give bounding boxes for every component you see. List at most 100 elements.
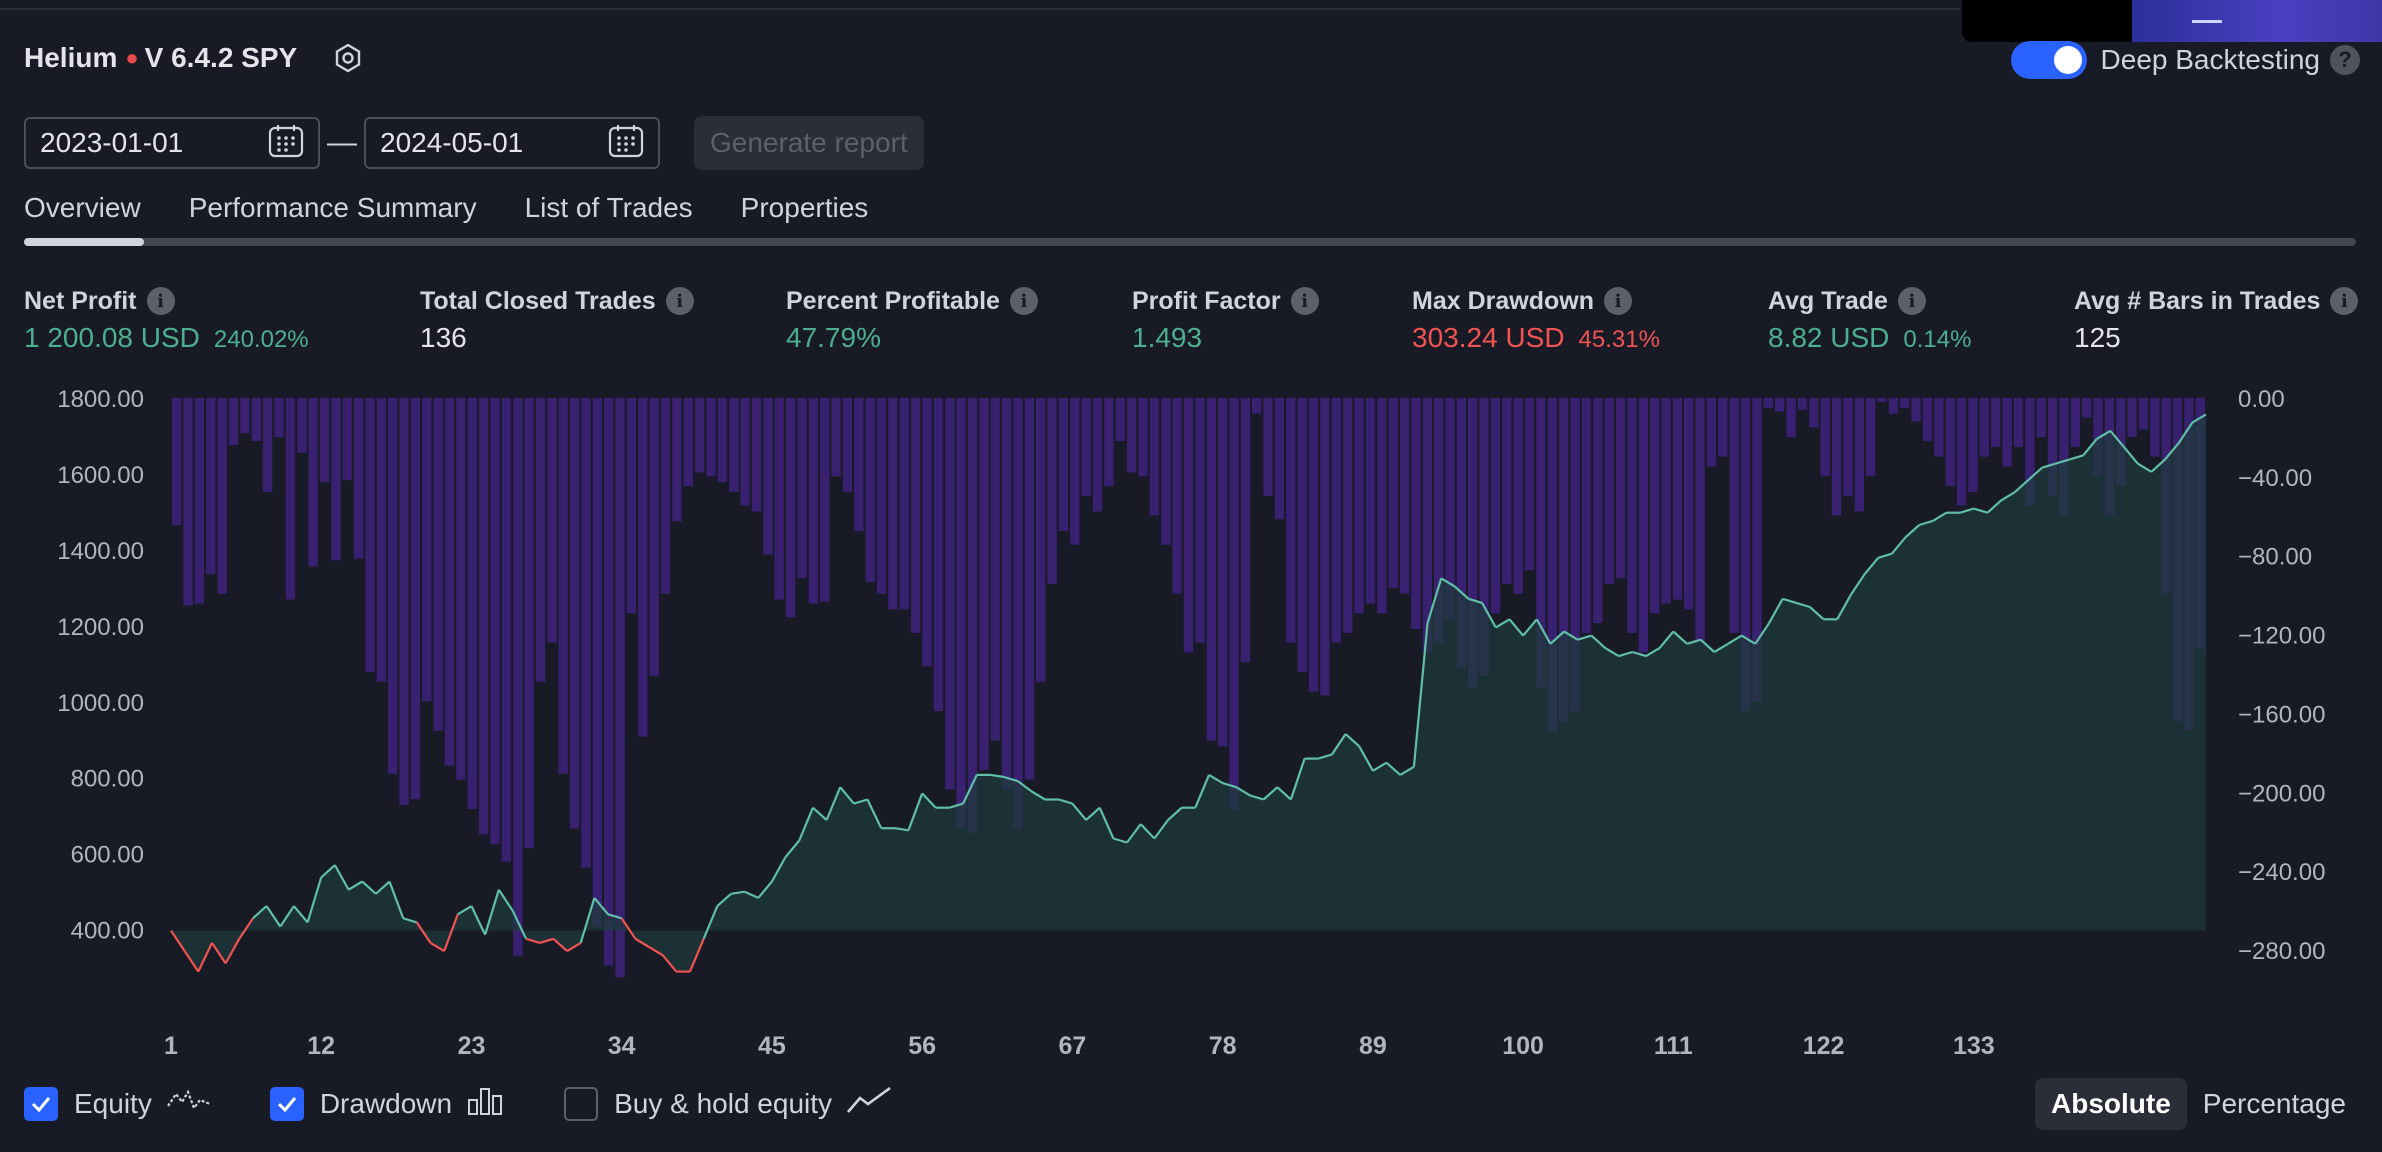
- drawdown-bar: [1649, 398, 1660, 614]
- drawdown-checkbox[interactable]: [269, 1086, 304, 1121]
- percent-profitable-label: Percent Profitable: [786, 286, 1000, 315]
- strategy-name[interactable]: Helium: [24, 42, 117, 74]
- tab-performance-summary[interactable]: Performance Summary: [189, 192, 477, 224]
- end-date-field[interactable]: 2024-05-01: [364, 117, 660, 169]
- left-axis-tick: 1600.00: [57, 462, 144, 489]
- absolute-button[interactable]: Absolute: [2035, 1078, 2187, 1130]
- drawdown-bar: [1843, 398, 1853, 496]
- equity-line-icon: [166, 1086, 212, 1121]
- drawdown-bar: [1058, 398, 1069, 532]
- info-icon[interactable]: i: [1603, 287, 1632, 315]
- deep-backtesting-toggle[interactable]: [2010, 41, 2087, 79]
- start-date-field[interactable]: 2023-01-01: [24, 117, 320, 169]
- drawdown-bar: [1013, 398, 1023, 829]
- drawdown-bar: [1991, 398, 2001, 447]
- drawdown-bar: [1968, 398, 1978, 492]
- drawdown-bar: [1934, 398, 1944, 457]
- tab-scroll-track[interactable]: [24, 238, 2356, 246]
- tab-list-of-trades[interactable]: List of Trades: [525, 192, 693, 224]
- drawdown-bar: [342, 398, 352, 481]
- drawdown-bar: [1627, 398, 1637, 633]
- report-tabs: Overview Performance Summary List of Tra…: [24, 192, 916, 224]
- drawdown-bar: [615, 398, 625, 978]
- info-icon[interactable]: i: [2330, 287, 2359, 315]
- drawdown-bar: [1217, 398, 1228, 747]
- drawdown-bar: [285, 398, 296, 600]
- drawdown-bar: [308, 398, 318, 567]
- info-icon[interactable]: i: [1897, 287, 1926, 315]
- drawdown-bar: [490, 398, 500, 845]
- drawdown-bar: [797, 398, 807, 579]
- drawdown-bar: [1274, 398, 1285, 520]
- left-axis-tick: 1000.00: [57, 690, 144, 717]
- legend-buy-hold[interactable]: Buy & hold equity: [564, 1086, 892, 1121]
- drawdown-bar: [1684, 398, 1694, 610]
- drawdown-bar: [865, 398, 875, 582]
- drawdown-bar: [1854, 398, 1864, 512]
- net-profit-label: Net Profit: [24, 286, 137, 315]
- drawdown-bar: [1308, 398, 1319, 692]
- tab-overview[interactable]: Overview: [24, 192, 141, 224]
- right-axis-tick: −160.00: [2238, 701, 2325, 728]
- settings-icon[interactable]: [331, 41, 365, 75]
- drawdown-bar: [1581, 398, 1592, 633]
- info-icon[interactable]: i: [146, 287, 175, 315]
- drawdown-bar: [842, 398, 853, 492]
- legend-drawdown[interactable]: Drawdown: [269, 1086, 506, 1121]
- drawdown-bar: [808, 398, 818, 604]
- drawdown-bar: [569, 398, 580, 829]
- video-thumbnail[interactable]: [1962, 0, 2382, 42]
- percentage-button[interactable]: Percentage: [2187, 1078, 2362, 1130]
- drawdown-bar: [251, 398, 261, 442]
- legend-equity[interactable]: Equity: [24, 1086, 212, 1121]
- deep-backtesting-label: Deep Backtesting: [2100, 44, 2320, 75]
- drawdown-bar: [1388, 398, 1398, 588]
- drawdown-bar: [2002, 398, 2012, 467]
- profit-factor-value: 1.493: [1132, 322, 1203, 353]
- equity-drawdown-chart[interactable]: 1800.001600.001400.001200.001000.00800.0…: [0, 372, 2382, 1062]
- buy-hold-checkbox[interactable]: [564, 1086, 599, 1121]
- drawdown-bar: [547, 398, 557, 643]
- drawdown-bar: [1672, 398, 1683, 600]
- avg-trade-percent: 0.14%: [1903, 326, 1972, 353]
- tab-properties[interactable]: Properties: [741, 192, 869, 224]
- drawdown-bar: [1252, 398, 1262, 414]
- drawdown-bar: [2081, 398, 2092, 418]
- drawdown-bar: [1172, 398, 1182, 594]
- drawdown-bar: [979, 398, 989, 770]
- stat-avg-trade: Avg Trade i 8.82 USD 0.14%: [1768, 284, 1971, 354]
- drawdown-bar: [1127, 398, 1137, 473]
- stat-avg-bars: Avg # Bars in Trades i 125: [2074, 284, 2359, 354]
- info-icon[interactable]: i: [1009, 287, 1038, 315]
- help-icon[interactable]: ?: [2330, 45, 2360, 75]
- drawdown-bar: [1286, 398, 1296, 643]
- generate-report-button[interactable]: Generate report: [694, 116, 924, 170]
- x-axis-tick: 12: [307, 1032, 335, 1060]
- drawdown-bar: [524, 398, 534, 849]
- calendar-icon[interactable]: [268, 124, 304, 163]
- avg-trade-value: 8.82 USD: [1768, 322, 1890, 353]
- left-axis-tick: 600.00: [71, 842, 144, 869]
- drawdown-bar: [1081, 398, 1091, 496]
- drawdown-bar: [365, 398, 375, 672]
- drawdown-bar: [876, 398, 887, 594]
- calendar-icon[interactable]: [608, 124, 644, 163]
- net-profit-percent: 240.02%: [213, 326, 309, 353]
- info-icon[interactable]: i: [1290, 287, 1319, 315]
- drawdown-bar: [581, 398, 591, 868]
- drawdown-bar: [1104, 398, 1114, 487]
- equity-checkbox[interactable]: [24, 1086, 58, 1121]
- drawdown-bar: [1661, 398, 1671, 604]
- drawdown-bar: [672, 398, 682, 522]
- drawdown-bar: [1490, 398, 1501, 614]
- buy-hold-label: Buy & hold equity: [614, 1087, 833, 1119]
- drawdown-bar: [513, 398, 523, 956]
- x-axis-tick: 111: [1654, 1032, 1693, 1060]
- drawdown-bar: [820, 398, 830, 602]
- strategy-version[interactable]: V 6.4.2 SPY: [145, 42, 298, 74]
- drawdown-bar: [1513, 398, 1523, 594]
- info-icon[interactable]: i: [665, 287, 694, 315]
- avg-bars-value: 125: [2074, 322, 2121, 353]
- drawdown-bar: [695, 398, 705, 473]
- drawdown-bar: [990, 398, 1000, 741]
